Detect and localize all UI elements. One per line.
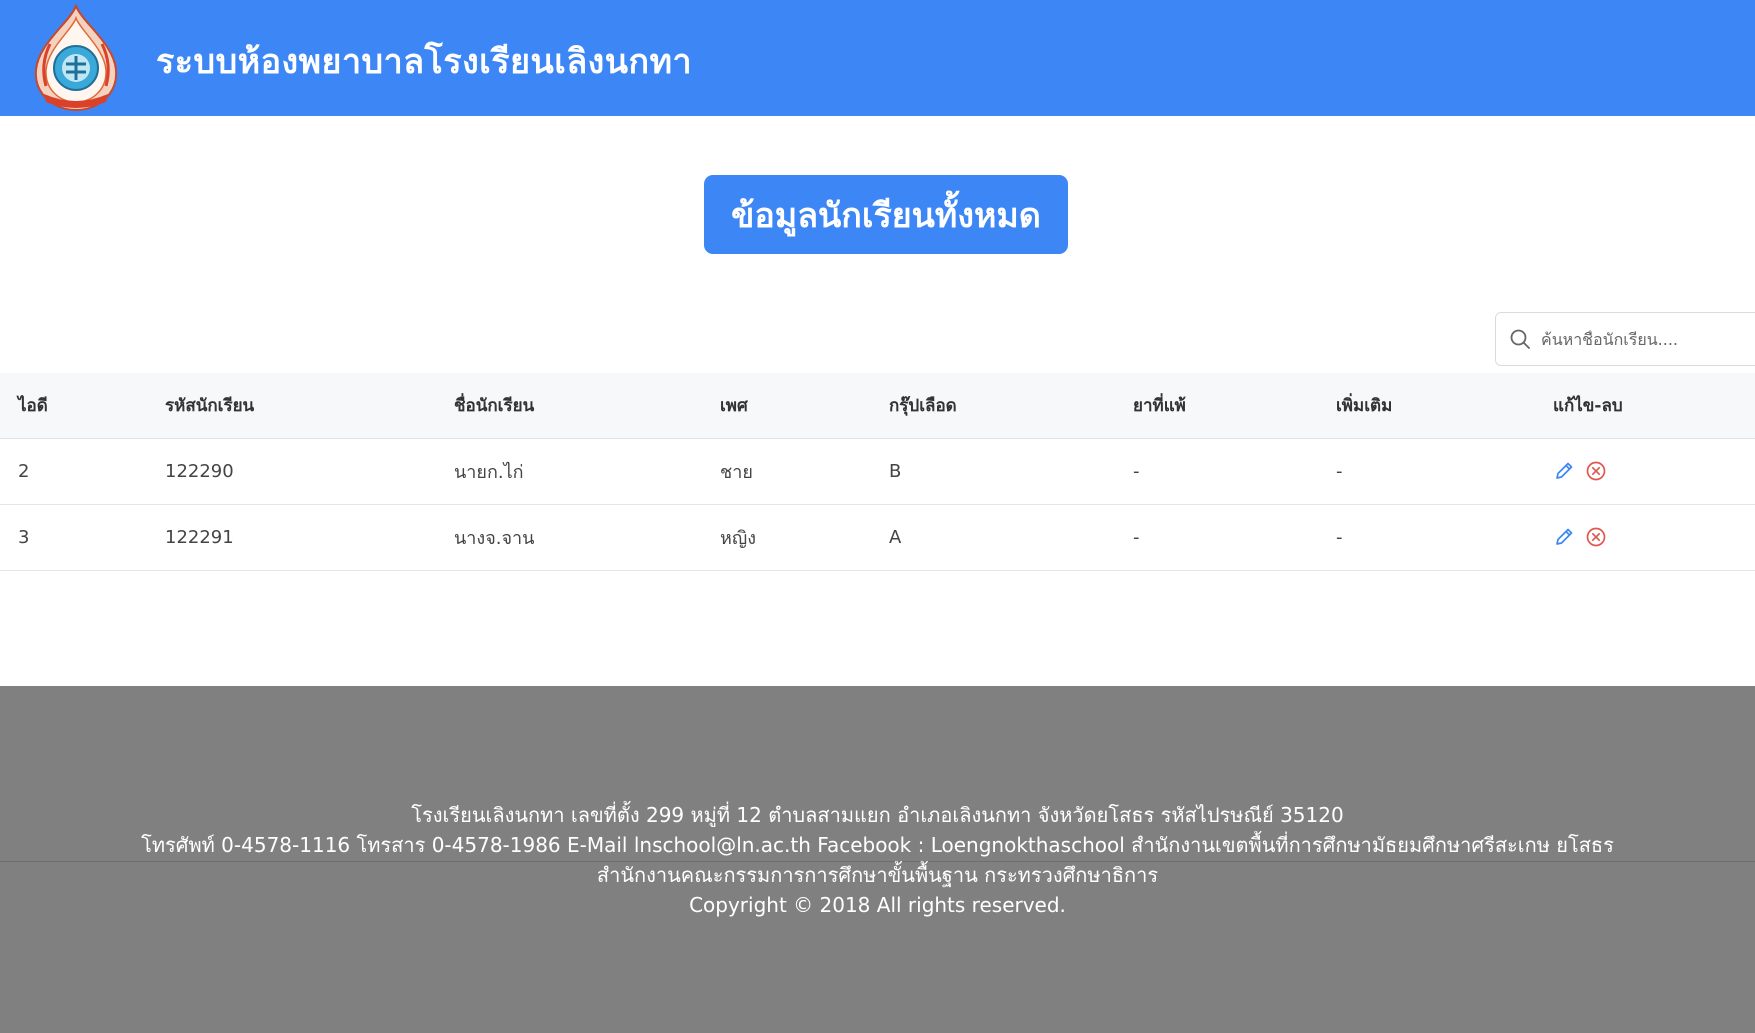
cell-blood-group: B — [889, 460, 902, 482]
cell-student-name: นางจ.จาน — [454, 527, 535, 549]
footer-office: สำนักงานคณะกรรมการการศึกษาขั้นพื้นฐาน กร… — [596, 863, 1159, 887]
header-sex: เพศ — [720, 395, 748, 416]
school-emblem-icon — [34, 4, 118, 112]
footer-contact: โทรศัพท์ 0-4578-1116 โทรสาร 0-4578-1986 … — [141, 833, 1614, 857]
table-row: 3 122291 นางจ.จาน หญิง A - - — [0, 504, 1755, 570]
edit-pencil-icon[interactable] — [1553, 460, 1575, 482]
row-actions — [1553, 526, 1755, 548]
search-box[interactable] — [1495, 312, 1755, 366]
table-row: 2 122290 นายก.ไก่ ชาย B - - — [0, 438, 1755, 504]
cell-extra: - — [1336, 526, 1343, 548]
cell-allergy: - — [1133, 526, 1140, 548]
cell-sex: ชาย — [720, 461, 753, 483]
cell-blood-group: A — [889, 526, 902, 548]
page: ระบบห้องพยาบาลโรงเรียนเลิงนกทา ข้อมูลนัก… — [0, 0, 1755, 1033]
header-id: ไอดี — [18, 395, 48, 416]
footer: โรงเรียนเลิงนกทา เลขที่ตั้ง 299 หมู่ที่ … — [0, 686, 1755, 1033]
cell-student-name: นายก.ไก่ — [454, 461, 524, 483]
header-student-code: รหัสนักเรียน — [165, 395, 255, 416]
cell-allergy: - — [1133, 460, 1140, 482]
edit-pencil-icon[interactable] — [1553, 526, 1575, 548]
header-extra: เพิ่มเติม — [1336, 395, 1393, 416]
footer-address: โรงเรียนเลิงนกทา เลขที่ตั้ง 299 หมู่ที่ … — [411, 803, 1344, 827]
cell-extra: - — [1336, 460, 1343, 482]
search-input[interactable] — [1541, 329, 1741, 349]
cell-sex: หญิง — [720, 527, 756, 549]
header-bar: ระบบห้องพยาบาลโรงเรียนเลิงนกทา — [0, 0, 1755, 116]
students-table: ไอดี รหัสนักเรียน ชื่อนักเรียน เพศ กรุ๊ป… — [0, 373, 1755, 571]
header-blood-group: กรุ๊ปเลือด — [889, 395, 957, 416]
delete-x-circle-icon[interactable] — [1585, 526, 1607, 548]
cell-actions — [1535, 438, 1755, 504]
header-allergy: ยาที่แพ้ — [1133, 395, 1186, 416]
search-icon — [1510, 329, 1530, 349]
cell-student-code: 122290 — [165, 460, 234, 482]
delete-x-circle-icon[interactable] — [1585, 460, 1607, 482]
header-actions: แก้ไข-ลบ — [1553, 395, 1623, 416]
table-header-row: ไอดี รหัสนักเรียน ชื่อนักเรียน เพศ กรุ๊ป… — [0, 373, 1755, 438]
cell-actions — [1535, 504, 1755, 570]
cell-student-code: 122291 — [165, 526, 234, 548]
cell-id: 2 — [18, 460, 30, 482]
header-student-name: ชื่อนักเรียน — [454, 395, 535, 416]
footer-text: โรงเรียนเลิงนกทา เลขที่ตั้ง 299 หมู่ที่ … — [0, 800, 1755, 920]
app-title: ระบบห้องพยาบาลโรงเรียนเลิงนกทา — [156, 42, 693, 82]
page-title: ข้อมูลนักเรียนทั้งหมด — [704, 175, 1068, 254]
row-actions — [1553, 460, 1755, 482]
cell-id: 3 — [18, 526, 30, 548]
footer-copyright: Copyright © 2018 All rights reserved. — [689, 893, 1066, 917]
